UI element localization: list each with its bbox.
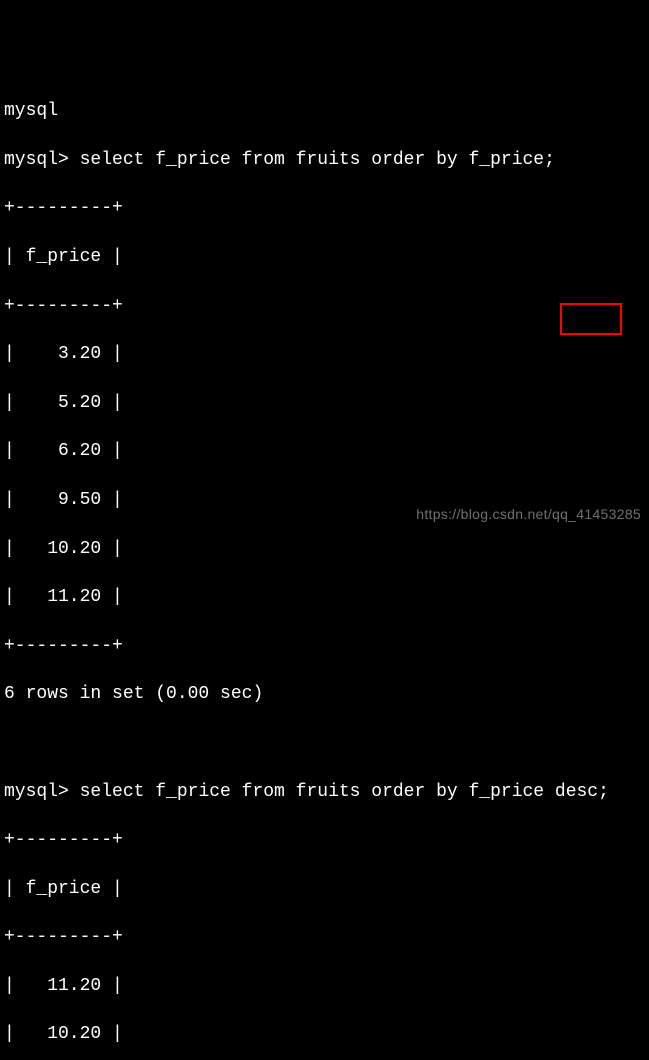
table-row: | 5.20 | bbox=[4, 391, 645, 415]
table-row: | 10.20 | bbox=[4, 537, 645, 561]
table-border: +---------+ bbox=[4, 925, 645, 949]
mysql-prompt: mysql> bbox=[4, 150, 80, 170]
table-border: +---------+ bbox=[4, 294, 645, 318]
table-row: | 6.20 | bbox=[4, 439, 645, 463]
result-footer: 6 rows in set (0.00 sec) bbox=[4, 682, 645, 706]
sql-query: select f_price from fruits order by f_pr… bbox=[80, 782, 609, 802]
terminal-query-line-2: mysql> select f_price from fruits order … bbox=[4, 780, 645, 804]
terminal-query-line-1: mysql> select f_price from fruits order … bbox=[4, 148, 645, 172]
blank-line bbox=[4, 731, 645, 755]
csdn-watermark: https://blog.csdn.net/qq_41453285 bbox=[416, 505, 641, 524]
prompt-fragment: mysql bbox=[4, 101, 58, 121]
terminal-partial-line: mysql bbox=[4, 99, 645, 123]
sql-query: select f_price from fruits order by f_pr… bbox=[80, 150, 555, 170]
table-border: +---------+ bbox=[4, 634, 645, 658]
table-border: +---------+ bbox=[4, 828, 645, 852]
table-row: | 11.20 | bbox=[4, 585, 645, 609]
table-row: | 3.20 | bbox=[4, 342, 645, 366]
table-border: +---------+ bbox=[4, 196, 645, 220]
table-row: | 10.20 | bbox=[4, 1022, 645, 1046]
mysql-prompt: mysql> bbox=[4, 782, 80, 802]
table-row: | 11.20 | bbox=[4, 974, 645, 998]
table-header: | f_price | bbox=[4, 245, 645, 269]
table-header: | f_price | bbox=[4, 877, 645, 901]
